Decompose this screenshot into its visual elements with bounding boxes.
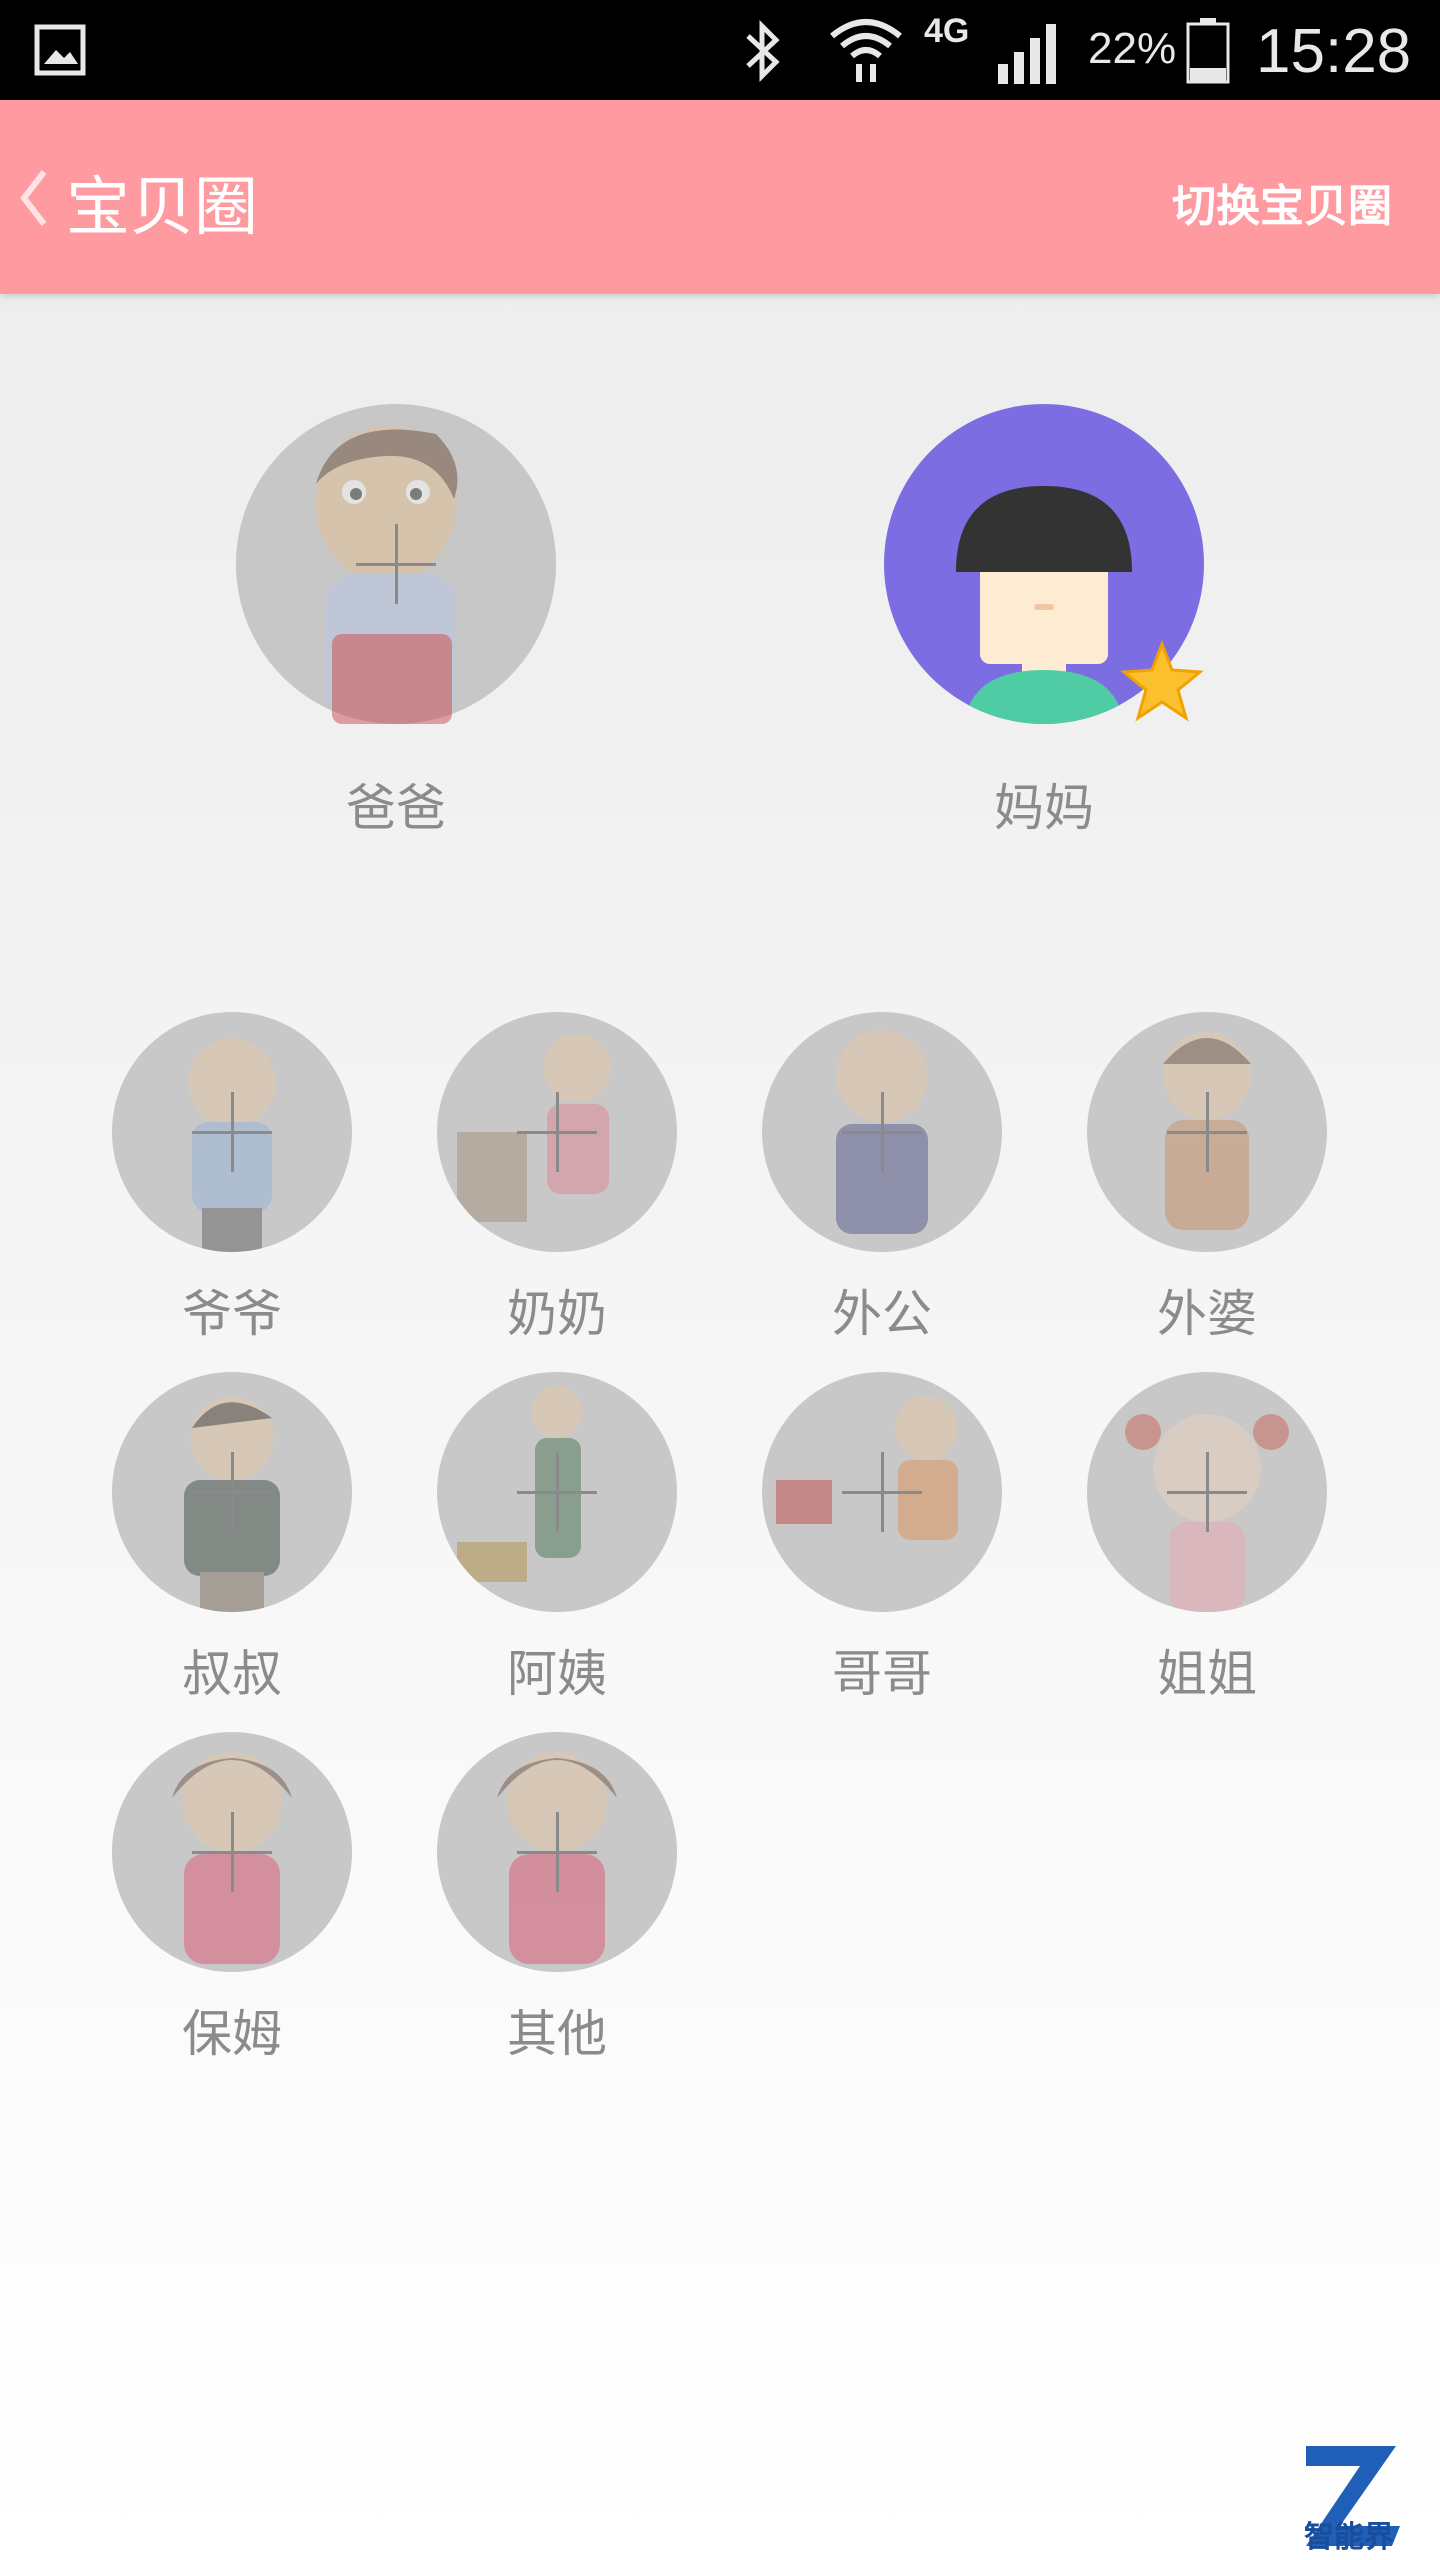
- back-icon[interactable]: [14, 166, 54, 230]
- clock: 15:28: [1256, 17, 1412, 86]
- member-label: 姐姐: [1157, 1645, 1257, 1703]
- member-label: 阿姨: [507, 1645, 607, 1703]
- member-other[interactable]: 其他: [437, 1732, 677, 2066]
- member-label: 保姆: [182, 2005, 282, 2063]
- star-icon: [1120, 640, 1204, 722]
- member-label: 叔叔: [182, 1645, 282, 1703]
- watermark-text: 智能界: [1304, 2520, 1394, 2555]
- member-aunt[interactable]: 阿姨: [437, 1372, 677, 1706]
- member-label: 爸爸: [346, 779, 446, 837]
- bluetooth-icon: [746, 19, 780, 83]
- member-label: 外公: [832, 1285, 932, 1343]
- member-avatar[interactable]: [112, 1732, 352, 1972]
- member-brother[interactable]: 哥哥: [762, 1372, 1002, 1706]
- wifi-icon: [830, 19, 902, 82]
- member-label: 妈妈: [994, 779, 1094, 837]
- member-maternal-grandma[interactable]: 外婆: [1087, 1012, 1327, 1346]
- gallery-icon: [34, 24, 86, 76]
- app-bar: 宝贝圈 切换宝贝圈: [0, 100, 1440, 294]
- member-grandpa[interactable]: 爷爷: [112, 1012, 352, 1346]
- network-type: 4G: [924, 12, 970, 50]
- member-avatar[interactable]: [437, 1372, 677, 1612]
- member-avatar[interactable]: [762, 1012, 1002, 1252]
- member-maternal-grandpa[interactable]: 外公: [762, 1012, 1002, 1346]
- status-bar: 4G 22% 15:28: [0, 0, 1440, 100]
- member-avatar[interactable]: [112, 1372, 352, 1612]
- member-mom[interactable]: 妈妈: [884, 404, 1204, 840]
- member-avatar[interactable]: [1087, 1012, 1327, 1252]
- page-title: 宝贝圈: [66, 171, 258, 245]
- dad-avatar[interactable]: [236, 404, 556, 724]
- member-label: 哥哥: [832, 1645, 932, 1703]
- member-label: 其他: [507, 2005, 607, 2063]
- member-uncle[interactable]: 叔叔: [112, 1372, 352, 1706]
- member-label: 爷爷: [182, 1285, 282, 1343]
- member-avatar[interactable]: [762, 1372, 1002, 1612]
- signal-icon: [998, 24, 1056, 84]
- member-sister[interactable]: 姐姐: [1087, 1372, 1327, 1706]
- member-label: 奶奶: [507, 1285, 607, 1343]
- member-avatar[interactable]: [437, 1732, 677, 1972]
- member-nanny[interactable]: 保姆: [112, 1732, 352, 2066]
- member-avatar[interactable]: [112, 1012, 352, 1252]
- member-grandma[interactable]: 奶奶: [437, 1012, 677, 1346]
- member-avatar[interactable]: [437, 1012, 677, 1252]
- member-avatar[interactable]: [1087, 1372, 1327, 1612]
- battery-icon: [1186, 18, 1230, 84]
- member-label: 外婆: [1157, 1285, 1257, 1343]
- parents-section: 爸爸 妈妈: [0, 404, 1440, 844]
- switch-circle-button[interactable]: 切换宝贝圈: [1172, 170, 1392, 234]
- member-dad[interactable]: 爸爸: [236, 404, 556, 840]
- battery-percent: 22%: [1088, 24, 1177, 73]
